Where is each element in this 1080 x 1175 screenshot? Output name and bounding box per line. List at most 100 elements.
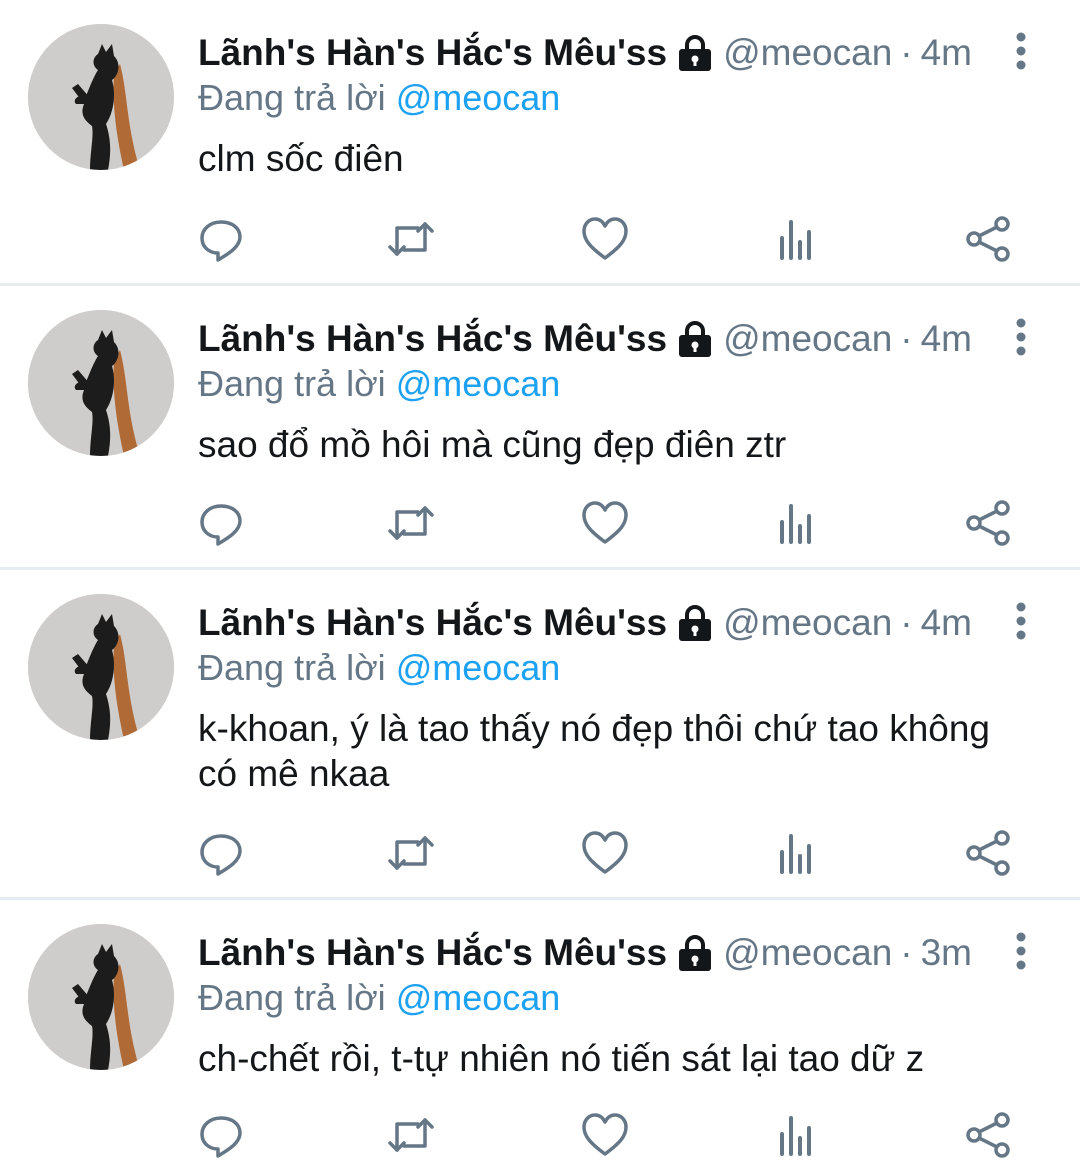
reply-button[interactable] [196, 498, 246, 548]
share-icon [966, 216, 1010, 262]
avatar[interactable] [28, 24, 174, 170]
timestamp[interactable]: 4m [921, 32, 972, 74]
analytics-icon [780, 504, 811, 544]
heart-icon [582, 501, 628, 544]
lock-icon [679, 605, 712, 641]
tweet-feed: Lãnh's Hàn's Hắc's Mêu'ss @meocan · 4m Đ… [0, 0, 1080, 1175]
cat-avatar-icon [28, 310, 174, 456]
timestamp[interactable]: 4m [921, 318, 972, 360]
mention-link[interactable]: @meocan [396, 647, 561, 688]
lock-icon [679, 35, 712, 71]
retweet-icon [388, 836, 434, 870]
share-button[interactable] [964, 498, 1014, 548]
mention-link[interactable]: @meocan [396, 363, 561, 404]
cat-avatar-icon [28, 924, 174, 1070]
more-vertical-icon[interactable] [1012, 32, 1030, 72]
avatar[interactable] [28, 310, 174, 456]
share-icon [966, 500, 1010, 546]
handle[interactable]: @meocan [723, 932, 892, 974]
display-name[interactable]: Lãnh's Hàn's Hắc's Mêu'ss [198, 32, 667, 74]
reply-button[interactable] [196, 214, 246, 264]
action-bar [0, 1110, 1080, 1160]
retweet-button[interactable] [386, 498, 436, 548]
tweet[interactable]: Lãnh's Hàn's Hắc's Mêu'ss @meocan · 4m Đ… [0, 570, 1080, 900]
reply-icon [200, 504, 242, 546]
like-button[interactable] [580, 1110, 630, 1160]
replying-to: Đang trả lời @meocan [198, 77, 560, 119]
heart-icon [582, 217, 628, 260]
reply-icon [200, 220, 242, 262]
cat-avatar-icon [28, 24, 174, 170]
replying-prefix: Đang trả lời [198, 363, 386, 404]
analytics-button[interactable] [772, 214, 822, 264]
lock-icon [679, 935, 712, 971]
analytics-icon [780, 220, 811, 260]
like-button[interactable] [580, 828, 630, 878]
replying-prefix: Đang trả lời [198, 977, 386, 1018]
heart-icon [582, 831, 628, 874]
timestamp[interactable]: 3m [921, 932, 972, 974]
reply-icon [200, 834, 242, 876]
retweet-button[interactable] [386, 828, 436, 878]
retweet-icon [388, 1118, 434, 1152]
avatar[interactable] [28, 594, 174, 740]
share-button[interactable] [964, 214, 1014, 264]
replying-prefix: Đang trả lời [198, 647, 386, 688]
avatar[interactable] [28, 924, 174, 1070]
separator: · [900, 932, 913, 973]
share-icon [966, 1112, 1010, 1158]
more-vertical-icon[interactable] [1012, 602, 1030, 642]
tweet-header: Lãnh's Hàn's Hắc's Mêu'ss @meocan · 3m [198, 930, 972, 976]
share-icon [966, 830, 1010, 876]
action-bar [0, 498, 1080, 548]
tweet-text: clm sốc điên [198, 138, 404, 179]
separator: · [900, 318, 913, 359]
tweet-header: Lãnh's Hàn's Hắc's Mêu'ss @meocan · 4m [198, 30, 972, 76]
separator: · [900, 32, 913, 73]
analytics-button[interactable] [772, 1110, 822, 1160]
display-name[interactable]: Lãnh's Hàn's Hắc's Mêu'ss [198, 602, 667, 644]
tweet[interactable]: Lãnh's Hàn's Hắc's Mêu'ss @meocan · 4m Đ… [0, 0, 1080, 286]
share-button[interactable] [964, 1110, 1014, 1160]
mention-link[interactable]: @meocan [396, 977, 561, 1018]
cat-avatar-icon [28, 594, 174, 740]
separator: · [900, 602, 913, 643]
replying-prefix: Đang trả lời [198, 77, 386, 118]
more-vertical-icon[interactable] [1012, 318, 1030, 358]
like-button[interactable] [580, 498, 630, 548]
analytics-button[interactable] [772, 498, 822, 548]
tweet[interactable]: Lãnh's Hàn's Hắc's Mêu'ss @meocan · 4m Đ… [0, 286, 1080, 570]
action-bar [0, 828, 1080, 878]
retweet-icon [388, 222, 434, 256]
reply-icon [200, 1116, 242, 1158]
reply-button[interactable] [196, 1110, 246, 1160]
mention-link[interactable]: @meocan [396, 77, 561, 118]
more-vertical-icon[interactable] [1012, 932, 1030, 972]
reply-button[interactable] [196, 828, 246, 878]
replying-to: Đang trả lời @meocan [198, 363, 560, 405]
tweet-text: sao đổ mồ hôi mà cũng đẹp điên ztr [198, 424, 787, 465]
analytics-icon [780, 1116, 811, 1156]
retweet-icon [388, 506, 434, 540]
lock-icon [679, 321, 712, 357]
tweet-header: Lãnh's Hàn's Hắc's Mêu'ss @meocan · 4m [198, 316, 972, 362]
like-button[interactable] [580, 214, 630, 264]
handle[interactable]: @meocan [723, 32, 892, 74]
retweet-button[interactable] [386, 214, 436, 264]
display-name[interactable]: Lãnh's Hàn's Hắc's Mêu'ss [198, 932, 667, 974]
handle[interactable]: @meocan [723, 602, 892, 644]
tweet-text: k-khoan, ý là tao thấy nó đẹp thôi chứ t… [198, 708, 991, 794]
retweet-button[interactable] [386, 1110, 436, 1160]
tweet[interactable]: Lãnh's Hàn's Hắc's Mêu'ss @meocan · 3m Đ… [0, 900, 1080, 1175]
action-bar [0, 214, 1080, 264]
handle[interactable]: @meocan [723, 318, 892, 360]
timestamp[interactable]: 4m [921, 602, 972, 644]
display-name[interactable]: Lãnh's Hàn's Hắc's Mêu'ss [198, 318, 667, 360]
tweet-text: ch-chết rồi, t-tự nhiên nó tiến sát lại … [198, 1038, 925, 1079]
replying-to: Đang trả lời @meocan [198, 977, 560, 1019]
analytics-button[interactable] [772, 828, 822, 878]
heart-icon [582, 1113, 628, 1156]
analytics-icon [780, 834, 811, 874]
share-button[interactable] [964, 828, 1014, 878]
replying-to: Đang trả lời @meocan [198, 647, 560, 689]
